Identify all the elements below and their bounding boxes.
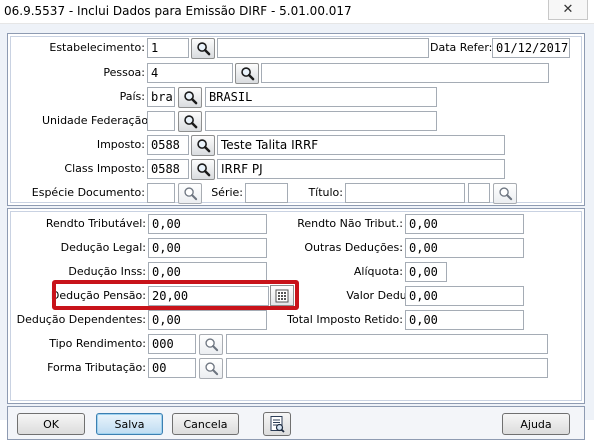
forma-tributacao-search-button[interactable] [199, 358, 223, 379]
search-icon [240, 66, 255, 81]
total-imposto-retido-input[interactable]: 0,00 [405, 310, 524, 330]
data-refer-input[interactable]: 01/12/2017 [492, 38, 570, 58]
imposto-label: Imposto: [96, 138, 145, 151]
deducao-inss-label: Dedução Inss: [68, 265, 146, 278]
tipo-rendimento-code-input[interactable]: 000 [148, 334, 196, 354]
tipo-rendimento-search-button[interactable] [199, 334, 223, 355]
search-icon [183, 90, 198, 105]
forma-tributacao-name-input[interactable] [226, 358, 548, 378]
rendto-tributavel-label: Rendto Tributável: [45, 217, 146, 230]
search-icon [204, 361, 219, 376]
serie-label: Série: [211, 186, 243, 199]
total-imposto-retido-label: Total Imposto Retido: [287, 313, 403, 326]
deducao-dependentes-input[interactable]: 0,00 [148, 310, 267, 330]
ajuda-button[interactable]: Ajuda [502, 413, 570, 435]
outras-deducoes-label: Outras Deduções: [304, 241, 403, 254]
imposto-code-input[interactable]: 0588 [147, 135, 189, 155]
tipo-rendimento-name-input[interactable] [226, 334, 548, 354]
report-icon [270, 416, 285, 433]
rendto-tributavel-input[interactable]: 0,00 [148, 214, 267, 234]
report-button[interactable] [263, 412, 291, 436]
search-icon [183, 186, 198, 201]
search-icon [183, 114, 198, 129]
unidade-federacao-label: Unidade Federação: [42, 114, 152, 127]
search-icon [498, 186, 513, 201]
title-bar: 06.9.5537 - Inclui Dados para Emissão DI… [0, 0, 594, 24]
search-icon [196, 162, 211, 177]
uf-search-button[interactable] [178, 111, 202, 132]
uf-code-input[interactable] [147, 111, 175, 131]
pais-name-input[interactable]: BRASIL [205, 87, 437, 107]
serie-input[interactable] [245, 183, 288, 203]
deducao-pensao-highlight [52, 280, 299, 310]
pais-code-input[interactable]: bra [147, 87, 175, 107]
close-button[interactable]: ✕ [548, 0, 588, 20]
valor-deducao-input[interactable]: 0,00 [405, 286, 524, 306]
deducao-dependentes-label: Dedução Dependentes: [16, 313, 146, 326]
titulo-search-button[interactable] [493, 183, 517, 204]
tipo-rendimento-label: Tipo Rendimento: [49, 337, 146, 350]
rendto-nao-tribut-input[interactable]: 0,00 [405, 214, 524, 234]
data-refer-label: Data Refer: [430, 41, 493, 54]
estabelecimento-code-input[interactable]: 1 [147, 38, 189, 58]
outras-deducoes-input[interactable]: 0,00 [405, 238, 524, 258]
aliquota-label: Alíquota: [353, 265, 403, 278]
aliquota-input[interactable]: 0,00 [405, 262, 447, 282]
pessoa-label: Pessoa: [103, 66, 145, 79]
uf-name-input[interactable] [205, 111, 437, 131]
class-imposto-label: Class Imposto: [64, 162, 145, 175]
deducao-inss-input[interactable]: 0,00 [148, 262, 267, 282]
pais-label: País: [119, 90, 145, 103]
ok-button[interactable]: OK [17, 413, 85, 435]
cancela-button[interactable]: Cancela [172, 413, 239, 435]
salva-button[interactable]: Salva [96, 413, 163, 435]
estabelecimento-name-input[interactable] [217, 38, 429, 58]
pessoa-code-input[interactable]: 4 [147, 63, 233, 83]
search-icon [196, 41, 211, 56]
button-bar: OK Salva Cancela Ajuda [7, 406, 585, 440]
titulo-input[interactable] [345, 183, 465, 203]
pais-search-button[interactable] [178, 87, 202, 108]
search-icon [204, 337, 219, 352]
forma-tributacao-code-input[interactable]: 00 [148, 358, 196, 378]
close-icon: ✕ [562, 2, 574, 17]
pessoa-name-input[interactable] [261, 63, 549, 83]
estabelecimento-label: Estabelecimento: [49, 41, 145, 54]
deducao-legal-input[interactable]: 0,00 [148, 238, 267, 258]
class-imposto-name-input[interactable]: IRRF PJ [217, 159, 505, 179]
especie-documento-label: Espécie Documento: [31, 186, 145, 199]
rendto-nao-tribut-label: Rendto Não Tribut.: [297, 217, 403, 230]
pessoa-search-button[interactable] [235, 63, 259, 84]
estabelecimento-search-button[interactable] [191, 38, 215, 59]
search-icon [196, 138, 211, 153]
window-title: 06.9.5537 - Inclui Dados para Emissão DI… [4, 4, 352, 18]
especie-documento-search-button[interactable] [178, 183, 202, 204]
deducao-legal-label: Dedução Legal: [60, 241, 146, 254]
imposto-search-button[interactable] [191, 135, 215, 156]
forma-tributacao-label: Forma Tributação: [47, 361, 146, 374]
titulo-sequence-input[interactable] [468, 183, 490, 203]
imposto-name-input[interactable]: Teste Talita IRRF [217, 135, 505, 155]
especie-documento-input[interactable] [147, 183, 175, 203]
titulo-label: Título: [308, 186, 343, 199]
class-imposto-search-button[interactable] [191, 159, 215, 180]
class-imposto-code-input[interactable]: 0588 [147, 159, 189, 179]
